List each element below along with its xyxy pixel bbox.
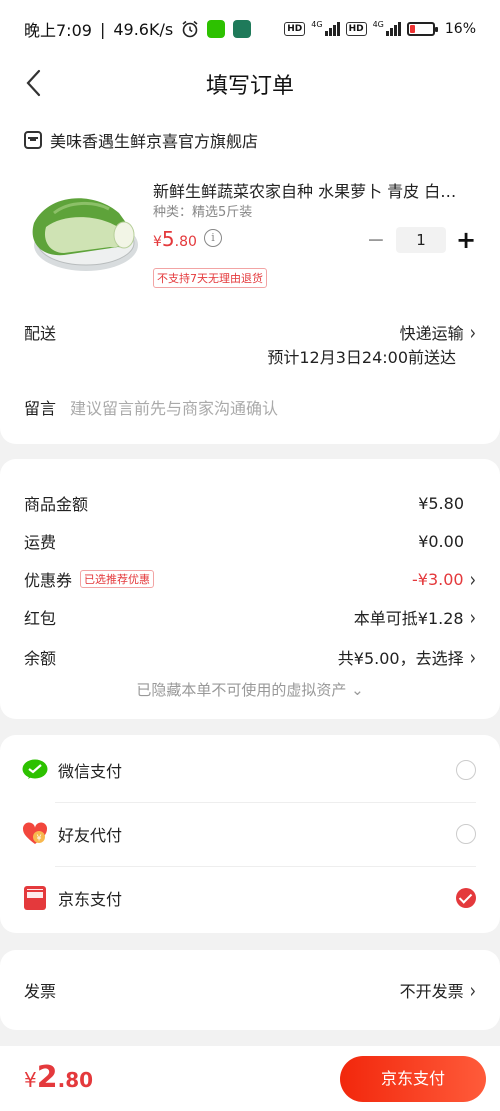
product-image[interactable] — [24, 183, 144, 283]
payment-option-wechat[interactable]: 微信支付 — [22, 757, 476, 783]
quantity-minus-button[interactable]: − — [366, 228, 386, 253]
chevron-right-icon: › — [469, 644, 476, 670]
price-info-icon[interactable]: i — [204, 229, 222, 247]
page-title: 填写订单 — [205, 74, 294, 99]
payment-radio-jd[interactable] — [456, 888, 476, 908]
invoice-label: 发票 — [24, 982, 57, 1001]
chevron-right-icon: › — [469, 977, 476, 1003]
hd-badge-2: HD — [345, 22, 367, 36]
delivery-eta: 预计12月3日24:00前送达 — [267, 348, 456, 367]
invoice-row[interactable]: 发票 不开发票 › — [24, 977, 476, 1003]
store-name: 美味香遇生鲜京喜官方旗舰店 — [50, 132, 259, 151]
hidden-assets-toggle[interactable]: 已隐藏本单不可使用的虚拟资产 ⌄ — [0, 679, 500, 700]
product-spec: 种类：精选5斤装 — [153, 205, 253, 220]
payment-radio-wechat[interactable] — [456, 760, 476, 780]
delivery-method: 快递运输 — [399, 324, 464, 343]
signal-icon — [324, 22, 340, 36]
delivery-eta-row: 预计12月3日24:00前送达 — [24, 344, 476, 368]
payment-option-jd[interactable]: 京东支付 — [22, 885, 476, 911]
payment-label-jd: 京东支付 — [58, 890, 123, 909]
coupon-tag: 已选推荐优惠 — [80, 570, 155, 588]
pay-button[interactable]: 京东支付 — [340, 1056, 486, 1102]
svg-text:¥: ¥ — [36, 834, 41, 843]
nav-bar: 填写订单 — [0, 58, 500, 108]
payment-label-wechat: 微信支付 — [58, 762, 123, 781]
store-icon — [24, 131, 42, 149]
chevron-right-icon: › — [469, 604, 476, 630]
battery-icon — [406, 22, 438, 36]
quantity-input[interactable]: 1 — [396, 227, 446, 253]
shipping-value: ¥0.00 — [418, 531, 464, 551]
message-label: 留言 — [24, 399, 57, 418]
shipping-row: 运费 ¥0.00 — [24, 531, 464, 553]
no-return-tag: 不支持7天无理由退货 — [153, 268, 267, 288]
alarm-icon — [181, 20, 199, 38]
red-packet-row[interactable]: 红包 本单可抵¥1.28 › — [24, 604, 476, 630]
store-row[interactable]: 美味香遇生鲜京喜官方旗舰店 — [24, 128, 476, 152]
balance-row[interactable]: 余额 共¥5.00，去选择 › — [24, 644, 476, 670]
payment-option-friend[interactable]: ¥ 好友代付 — [22, 821, 476, 847]
message-row: 留言 建议留言前先与商家沟通确认 — [24, 395, 476, 419]
quantity-stepper: − 1 + — [366, 226, 476, 254]
payment-label-friend: 好友代付 — [58, 826, 123, 845]
status-time: 晚上7:09 — [24, 21, 92, 40]
app-notification-icon — [233, 20, 252, 38]
network-gen-label-2: 4G — [372, 19, 384, 29]
quantity-plus-button[interactable]: + — [456, 226, 476, 254]
wechat-icon — [207, 20, 226, 38]
message-input[interactable]: 建议留言前先与商家沟通确认 — [70, 395, 278, 419]
red-packet-value: 本单可抵¥1.28 — [353, 609, 464, 628]
status-net-speed: 49.6K/s — [113, 19, 174, 39]
network-gen-label: 4G — [311, 19, 323, 29]
checkout-bar: ¥ 2 .80 京东支付 — [0, 1046, 500, 1111]
payment-radio-friend[interactable] — [456, 824, 476, 844]
goods-amount-value: ¥5.80 — [418, 493, 464, 513]
signal-icon-2 — [385, 22, 401, 36]
total-price: ¥ 2 .80 — [24, 1060, 94, 1095]
goods-amount-row: 商品金额 ¥5.80 — [24, 493, 464, 515]
chevron-right-icon: › — [469, 319, 476, 345]
delivery-label: 配送 — [24, 324, 57, 343]
battery-percent: 16% — [444, 21, 476, 37]
coupon-row[interactable]: 优惠券 已选推荐优惠 -¥3.00 › — [24, 566, 476, 592]
summary-card: 商品金额 ¥5.80 运费 ¥0.00 优惠券 已选推荐优惠 -¥3.00 › … — [0, 459, 500, 719]
jd-pay-icon — [22, 885, 48, 911]
payment-card: 微信支付 ¥ 好友代付 京东支付 — [0, 735, 500, 933]
friend-pay-icon: ¥ — [22, 821, 48, 847]
divider — [55, 802, 476, 803]
product-price: ¥ 5 .80 — [153, 227, 197, 251]
status-bar: 晚上7:09 | 49.6K/s HD 4G HD 4G 16% — [0, 0, 500, 58]
hd-badge: HD — [284, 22, 306, 36]
invoice-value: 不开发票 — [399, 982, 464, 1001]
product-title[interactable]: 新鲜生鲜蔬菜农家自种 水果萝卜 青皮 白… — [153, 178, 473, 202]
balance-value: 共¥5.00，去选择 — [337, 649, 464, 668]
coupon-value: -¥3.00 — [412, 569, 464, 589]
chevron-right-icon: › — [469, 566, 476, 592]
wechat-pay-icon — [22, 757, 48, 783]
invoice-card: 发票 不开发票 › — [0, 950, 500, 1030]
divider — [55, 866, 476, 867]
order-card: 美味香遇生鲜京喜官方旗舰店 新鲜生鲜蔬菜农家自种 水果萝卜 青皮 白… 种类：精… — [0, 108, 500, 444]
delivery-row[interactable]: 配送 快递运输 › — [24, 319, 476, 345]
